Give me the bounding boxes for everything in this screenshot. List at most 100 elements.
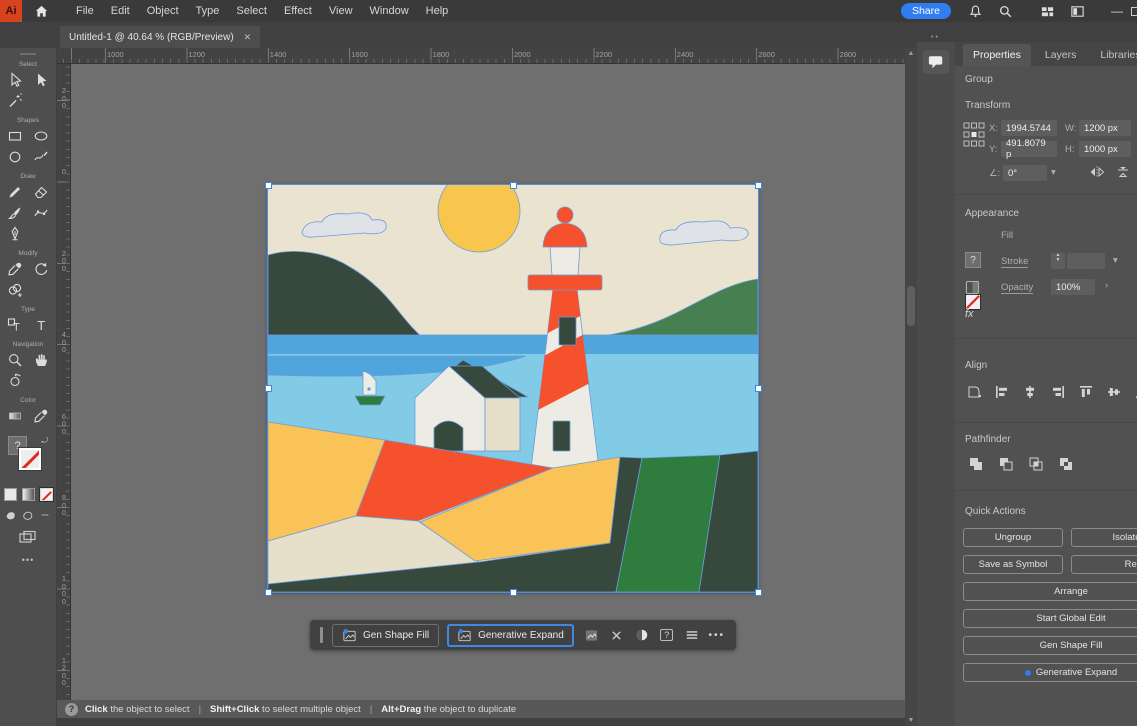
align-to-selection-dropdown-icon[interactable]	[965, 384, 983, 400]
swap-fill-stroke-icon[interactable]: ⤾	[41, 436, 48, 446]
rotation-select[interactable]: 0°	[1003, 165, 1047, 181]
ellipse-tool[interactable]	[29, 126, 53, 146]
y-input[interactable]: 491.8079 p	[1001, 141, 1057, 157]
touch-type-tool[interactable]: T	[3, 315, 27, 335]
align-left-icon[interactable]	[993, 384, 1011, 400]
fx-effects-icon[interactable]: fx	[965, 308, 974, 320]
color-eyedropper-tool[interactable]	[29, 406, 53, 426]
opacity-input[interactable]: 100%	[1051, 279, 1095, 295]
tone-icon[interactable]	[633, 627, 651, 643]
tab-libraries[interactable]: Libraries	[1090, 44, 1137, 66]
selection-handle[interactable]	[510, 182, 517, 189]
selection-handle[interactable]	[755, 385, 762, 392]
pathfinder-minus-front-icon[interactable]	[997, 456, 1015, 472]
pathfinder-unite-icon[interactable]	[967, 456, 985, 472]
share-button[interactable]: Share	[901, 3, 951, 19]
align-middle-vertical-icon[interactable]	[1105, 384, 1123, 400]
stroke-weight-chevron-icon[interactable]: ▾	[1113, 255, 1118, 266]
selection-handle[interactable]	[510, 589, 517, 596]
tab-properties[interactable]: Properties	[963, 44, 1031, 66]
screen-mode-icon[interactable]	[18, 529, 38, 545]
selection-handle[interactable]	[265, 589, 272, 596]
flip-horizontal-icon[interactable]	[1089, 165, 1105, 184]
appearance-fill-swatch[interactable]: ?	[965, 252, 981, 268]
type-tool[interactable]: T	[29, 315, 53, 335]
help-icon[interactable]: ?	[65, 703, 78, 716]
zoom-tool[interactable]	[3, 350, 27, 370]
magic-wand-tool[interactable]	[3, 91, 27, 111]
arrange-button[interactable]: Arrange	[963, 582, 1137, 601]
document-tab[interactable]: Untitled-1 @ 40.64 % (RGB/Preview) ✕	[60, 26, 260, 48]
artboard[interactable]	[268, 185, 758, 592]
minimize-icon[interactable]: —	[1111, 4, 1123, 18]
generative-expand-button[interactable]: Generative Expand	[963, 663, 1137, 682]
canvas-pasteboard[interactable]: Gen Shape Fill Generative Expand ? •••	[71, 64, 905, 700]
stroke-link[interactable]: Stroke	[1001, 256, 1028, 268]
close-icon[interactable]	[608, 627, 626, 643]
save-as-symbol-button[interactable]: Save as Symbol	[963, 555, 1063, 574]
eraser-tool[interactable]	[29, 182, 53, 202]
pathfinder-intersect-icon[interactable]	[1027, 456, 1045, 472]
align-bottom-icon[interactable]	[1133, 384, 1137, 400]
gen-shape-fill-button[interactable]: Gen Shape Fill	[963, 636, 1137, 655]
notifications-bell-icon[interactable]	[965, 2, 985, 20]
help-icon[interactable]: ?	[658, 627, 676, 643]
vertical-scrollbar[interactable]: ▲ ▼	[905, 48, 917, 726]
x-input[interactable]: 1994.5744	[1001, 120, 1057, 136]
menu-effect[interactable]: Effect	[284, 5, 312, 17]
scroll-up-icon[interactable]: ▲	[905, 50, 917, 57]
rotate-view-tool[interactable]	[3, 371, 27, 391]
align-right-icon[interactable]	[1049, 384, 1067, 400]
pathfinder-exclude-icon[interactable]	[1057, 456, 1075, 472]
tab-close-icon[interactable]: ✕	[244, 32, 252, 43]
generative-expand-button[interactable]: Generative Expand	[447, 624, 574, 647]
opacity-more-icon[interactable]: ›	[1105, 280, 1108, 291]
more-options-icon[interactable]: •••	[708, 627, 726, 643]
gradient-tool[interactable]	[3, 406, 27, 426]
align-top-icon[interactable]	[1077, 384, 1095, 400]
polygon-tool[interactable]	[3, 147, 27, 167]
pen-tool[interactable]	[3, 224, 27, 244]
search-icon[interactable]	[995, 2, 1015, 20]
flip-vertical-icon[interactable]	[1115, 165, 1131, 184]
none-swatch[interactable]	[40, 488, 53, 501]
stroke-swatch-none[interactable]	[19, 448, 41, 470]
scrollbar-thumb[interactable]	[907, 286, 915, 326]
chevron-down-icon[interactable]: ▾	[1051, 167, 1056, 178]
shaper-tool[interactable]	[29, 147, 53, 167]
selection-handle[interactable]	[755, 182, 762, 189]
toolbar-grip[interactable]	[20, 53, 36, 55]
lighthouse-illustration[interactable]	[268, 185, 758, 592]
draw-normal-icon[interactable]	[5, 509, 17, 521]
maximize-icon[interactable]	[1131, 7, 1137, 16]
stroke-weight-stepper[interactable]: ▲▼	[1051, 253, 1065, 269]
rectangle-tool[interactable]	[3, 126, 27, 146]
menu-select[interactable]: Select	[236, 5, 267, 17]
pencil-tool[interactable]	[3, 182, 27, 202]
shape-builder-tool[interactable]	[3, 280, 27, 300]
isolate-group-button[interactable]: Isolate Group	[1071, 528, 1137, 547]
eyedropper-tool[interactable]	[3, 259, 27, 279]
menu-view[interactable]: View	[329, 5, 353, 17]
gen-shape-fill-button[interactable]: Gen Shape Fill	[332, 624, 439, 647]
align-center-horizontal-icon[interactable]	[1021, 384, 1039, 400]
workspace-switcher-icon[interactable]	[1037, 2, 1057, 20]
selection-handle[interactable]	[265, 385, 272, 392]
w-input[interactable]: 1200 px	[1079, 120, 1131, 136]
menu-edit[interactable]: Edit	[111, 5, 130, 17]
menu-file[interactable]: File	[76, 5, 94, 17]
home-icon[interactable]	[32, 2, 50, 20]
recolor-button[interactable]: Recolor	[1071, 555, 1137, 574]
direct-selection-tool[interactable]	[3, 70, 27, 90]
selection-handle[interactable]	[265, 182, 272, 189]
panel-layout-icon[interactable]	[1067, 2, 1087, 20]
opacity-icon[interactable]	[965, 280, 980, 300]
h-input[interactable]: 1000 px	[1079, 141, 1131, 157]
curvature-tool[interactable]	[29, 203, 53, 223]
selection-handle[interactable]	[755, 589, 762, 596]
draw-inside-icon[interactable]	[39, 509, 51, 521]
selection-tool[interactable]	[29, 70, 53, 90]
menu-help[interactable]: Help	[426, 5, 449, 17]
ungroup-button[interactable]: Ungroup	[963, 528, 1063, 547]
taskbar-drag-handle[interactable]	[320, 627, 323, 643]
